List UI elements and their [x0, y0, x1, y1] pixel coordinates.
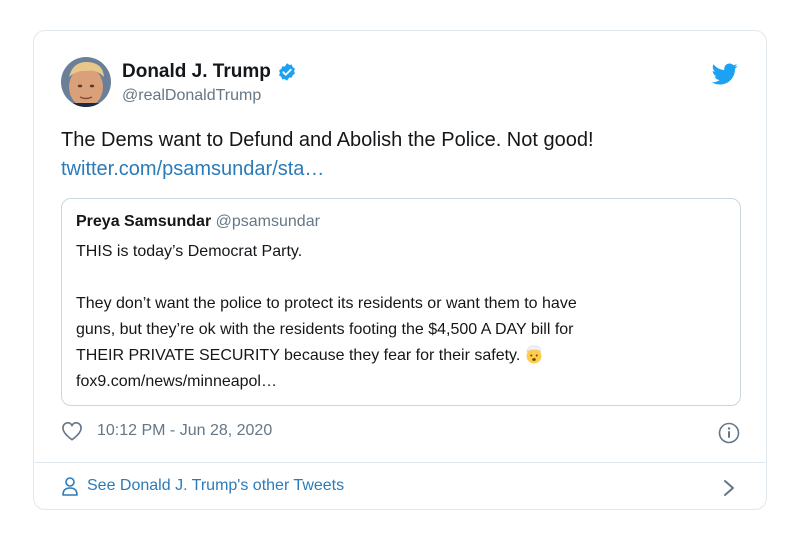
see-other-tweets-link[interactable]: See Donald J. Trump's other Tweets: [61, 476, 344, 496]
quoted-text: THIS is today’s Democrat Party. They don…: [76, 239, 726, 395]
quoted-line: guns, but they’re ok with the residents …: [76, 317, 726, 343]
info-icon[interactable]: [718, 422, 740, 444]
quoted-line-text: guns, but they’re ok with the residents …: [76, 321, 574, 338]
divider: [34, 462, 766, 463]
person-icon: [61, 476, 79, 496]
tweet-timestamp[interactable]: 10:12 PM - Jun 28, 2020: [97, 422, 272, 440]
quoted-link[interactable]: fox9.com/news/minneapol…: [76, 369, 726, 395]
quoted-display-name: Preya Samsundar: [76, 213, 212, 230]
tweet-meta: 10:12 PM - Jun 28, 2020: [61, 421, 272, 441]
quoted-line: THIS is today’s Democrat Party.: [76, 243, 303, 260]
heart-icon[interactable]: [61, 421, 83, 441]
see-other-tweets-label[interactable]: See Donald J. Trump's other Tweets: [87, 477, 344, 495]
verified-icon: [277, 62, 297, 82]
quoted-author[interactable]: Preya Samsundar @psamsundar: [76, 213, 320, 231]
quoted-line: THEIR PRIVATE SECURITY because they fear…: [76, 343, 726, 369]
twitter-bird-icon[interactable]: [711, 61, 738, 87]
quoted-line: They don’t want the police to protect it…: [76, 295, 577, 312]
author-display-name[interactable]: Donald J. Trump: [122, 61, 271, 83]
chevron-right-icon[interactable]: [722, 478, 736, 498]
tweet-card: Donald J. Trump @realDonaldTrump The Dem…: [33, 30, 767, 510]
tweet-body: The Dems want to Defund and Abolish the …: [61, 129, 594, 151]
author-row[interactable]: Donald J. Trump: [122, 61, 297, 83]
quoted-line-text: THEIR PRIVATE SECURITY because they fear…: [76, 347, 521, 364]
quoted-handle: @psamsundar: [215, 213, 320, 230]
author-handle[interactable]: @realDonaldTrump: [122, 87, 261, 105]
avatar[interactable]: [61, 57, 111, 107]
exploding-head-emoji: [524, 344, 544, 364]
tweet-text: The Dems want to Defund and Abolish the …: [61, 126, 741, 184]
tweet-link[interactable]: twitter.com/psamsundar/sta…: [61, 155, 741, 184]
quoted-tweet[interactable]: Preya Samsundar @psamsundar THIS is toda…: [61, 198, 741, 406]
